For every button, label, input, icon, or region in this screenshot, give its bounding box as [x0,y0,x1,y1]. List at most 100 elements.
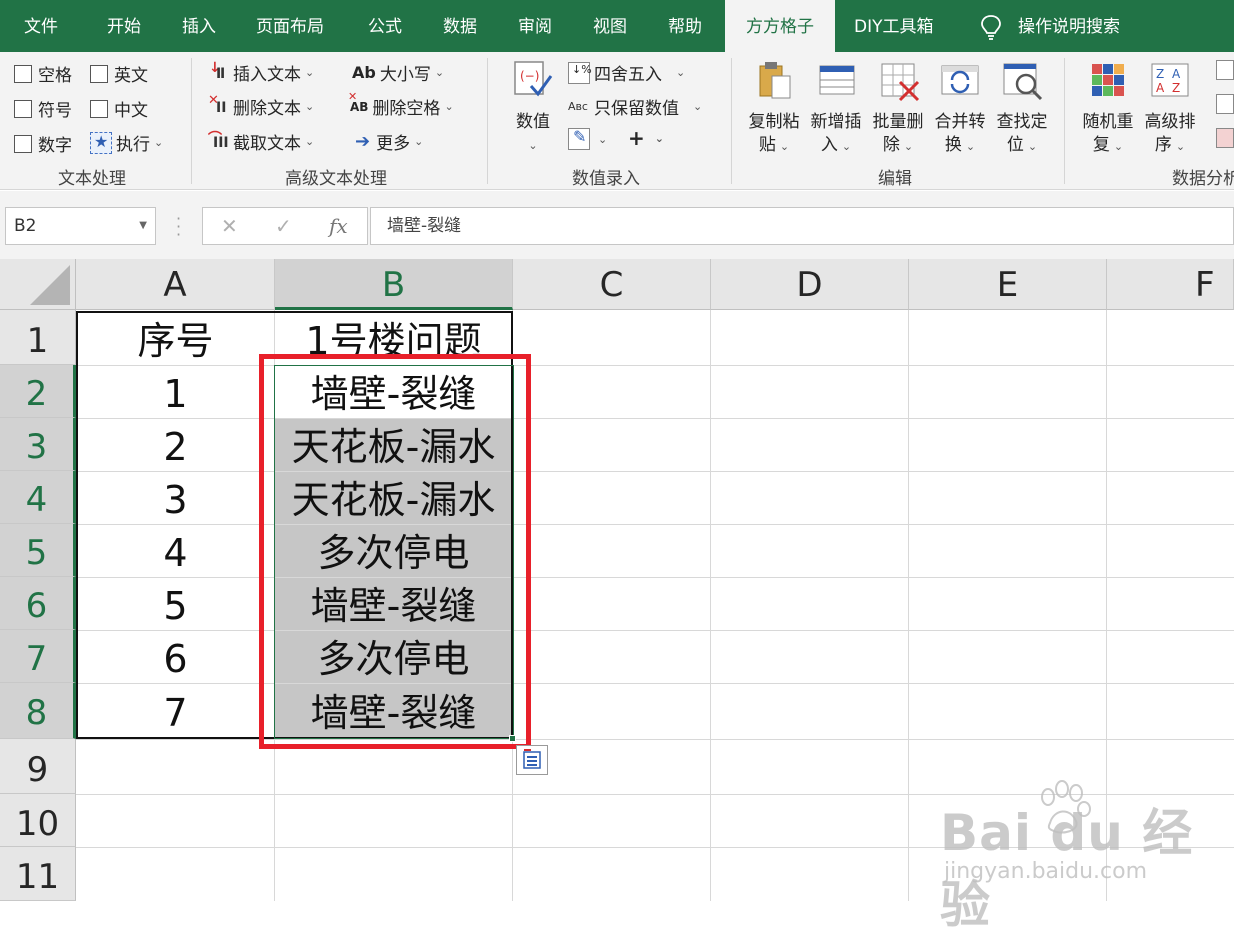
checkbox-box[interactable] [14,64,32,83]
row-header-7[interactable]: 7 [0,630,76,683]
advanced-sort-button[interactable]: Z A A Z 高级排 序 ⌄ [1140,58,1200,158]
chevron-down-icon: ⌄ [841,140,852,153]
more-button[interactable]: ➔ 更多 ⌄ [355,129,423,154]
number-icon: (−) [514,61,553,97]
case-icon: Ab [352,63,376,82]
execute-button[interactable]: ★ 执行 ⌄ [90,130,163,155]
column-header-f[interactable]: F [1107,259,1234,310]
random-color-grid-icon [1092,64,1124,96]
insert-rows-icon [819,65,855,95]
chevron-down-icon: ⌄ [965,140,976,153]
formula-bar: B2 ▼ · · · ✕ ✓ fx 墙壁-裂缝 [0,191,1234,259]
delete-text-button[interactable]: ✕ II 删除文本 ⌄ [207,92,314,120]
select-all-triangle-icon [30,265,70,305]
group-divider [487,58,488,184]
tab-page-layout[interactable]: 页面布局 [256,0,324,52]
row-header-10[interactable]: 10 [0,794,76,847]
cancel-icon[interactable]: ✕ [221,214,238,238]
more-data-tools[interactable] [1216,60,1234,156]
column-header-c[interactable]: C [513,259,711,310]
column-header-d[interactable]: D [711,259,909,310]
confirm-icon[interactable]: ✓ [275,214,292,238]
name-box[interactable]: B2 ▼ [5,207,156,245]
group-label-edit: 编辑 [878,169,912,189]
delete-space-button[interactable]: ✕ AB 删除空格 ⌄ [348,90,454,120]
plus-button[interactable]: + ⌄ [628,126,664,150]
row-header-11[interactable]: 11 [0,847,76,901]
search-box[interactable]: 操作说明搜索 [1018,0,1120,52]
watermark-url: jingyan.baidu.com [944,859,1148,884]
check-list-icon [1216,94,1234,114]
svg-text:A: A [1156,81,1165,95]
merge-label-2: 换 [944,135,962,155]
group-divider [191,58,192,184]
checkbox-box[interactable] [90,64,108,83]
lightbulb-icon[interactable] [980,14,1002,40]
row-header-9[interactable]: 9 [0,739,76,794]
tab-view[interactable]: 视图 [593,0,627,52]
column-header-a[interactable]: A [76,259,275,310]
row-header-8[interactable]: 8 [0,683,76,739]
insert-text-button[interactable]: ↓ I I 插入文本 ⌄ [207,60,314,86]
checkbox-box[interactable] [14,99,32,118]
batch-delete-label-2: 除 [882,135,900,155]
batch-delete-button[interactable]: 批量删 除 ⌄ [868,58,928,158]
checkbox-box[interactable] [90,99,108,118]
svg-text:Z: Z [1156,67,1164,81]
row-header-4[interactable]: 4 [0,471,76,524]
tab-data[interactable]: 数据 [443,0,477,52]
tab-review[interactable]: 审阅 [518,0,552,52]
round-button[interactable]: ↓% 四舍五入 ⌄ [568,60,685,85]
tab-formulas[interactable]: 公式 [368,0,402,52]
checkbox-label: 中文 [114,101,148,121]
checkbox-box[interactable] [14,134,32,153]
tab-help[interactable]: 帮助 [668,0,702,52]
select-all-corner[interactable] [0,259,76,310]
tab-home[interactable]: 开始 [107,0,141,52]
checkbox-number[interactable]: 数字 [14,131,72,156]
chevron-down-icon[interactable]: ▼ [139,208,147,244]
extract-text-button[interactable]: ⌒ III 截取文本 ⌄ [207,129,314,155]
tab-fangfangezi[interactable]: 方方格子 [725,0,835,52]
number-button[interactable]: (−) 数值 ⌄ [505,58,561,157]
gridline [908,310,909,901]
insert-new-button[interactable]: 新增插 入 ⌄ [806,58,866,158]
checkbox-english[interactable]: 英文 [90,61,148,86]
find-locate-button[interactable]: 查找定 位 ⌄ [992,58,1052,158]
quick-analysis-icon [523,749,541,769]
keep-number-button[interactable]: Aʙᴄ 只保留数值 ⌄ [568,94,702,119]
column-header-b[interactable]: B [275,259,513,310]
merge-convert-button[interactable]: 合并转 换 ⌄ [930,58,990,158]
case-button[interactable]: Ab 大小写 ⌄ [352,60,444,85]
ribbon-panel: 空格 英文 符号 中文 数字 ★ 执行 ⌄ 文本处理 ↓ I I 插入文本 ⌄ ✕ II … [0,52,1234,190]
checkbox-label: 空格 [38,66,72,86]
insert-new-label-2: 入 [820,135,838,155]
chevron-down-icon: ⌄ [1027,140,1038,153]
row-header-1[interactable]: 1 [0,310,76,365]
keep-number-label: 只保留数值 [593,99,679,119]
tab-insert[interactable]: 插入 [182,0,216,52]
formula-input[interactable]: 墙壁-裂缝 [370,207,1234,245]
edit-cell-button[interactable]: ✎ ⌄ [568,127,607,150]
tab-diy-toolbox[interactable]: DIY工具箱 [854,0,934,52]
checkbox-symbol[interactable]: 符号 [14,96,72,121]
checkbox-space[interactable]: 空格 [14,61,72,86]
row-header-6[interactable]: 6 [0,577,76,630]
row-header-5[interactable]: 5 [0,524,76,577]
row-header-3[interactable]: 3 [0,418,76,471]
random-label-2: 复 [1092,135,1110,155]
column-header-e[interactable]: E [909,259,1107,310]
row-header-2[interactable]: 2 [0,365,76,418]
random-repeat-button[interactable]: 随机重 复 ⌄ [1078,58,1138,158]
ribbon-tab-bar: 文件 开始 插入 页面布局 公式 数据 审阅 视图 帮助 方方格子 DIY工具箱… [0,0,1234,52]
delete-text-icon: ✕ II [208,92,227,116]
chevron-down-icon: ⌄ [1175,140,1186,153]
drag-handle-icon[interactable]: · · · [176,211,181,243]
copy-paste-button[interactable]: 复制粘 贴 ⌄ [744,58,804,158]
chevron-down-icon: ⌄ [434,66,445,79]
insert-function-icon[interactable]: fx [329,214,348,238]
quick-analysis-button[interactable] [516,745,548,775]
tab-file[interactable]: 文件 [24,0,58,52]
checkbox-chinese[interactable]: 中文 [90,96,148,121]
plus-icon: + [628,126,645,150]
